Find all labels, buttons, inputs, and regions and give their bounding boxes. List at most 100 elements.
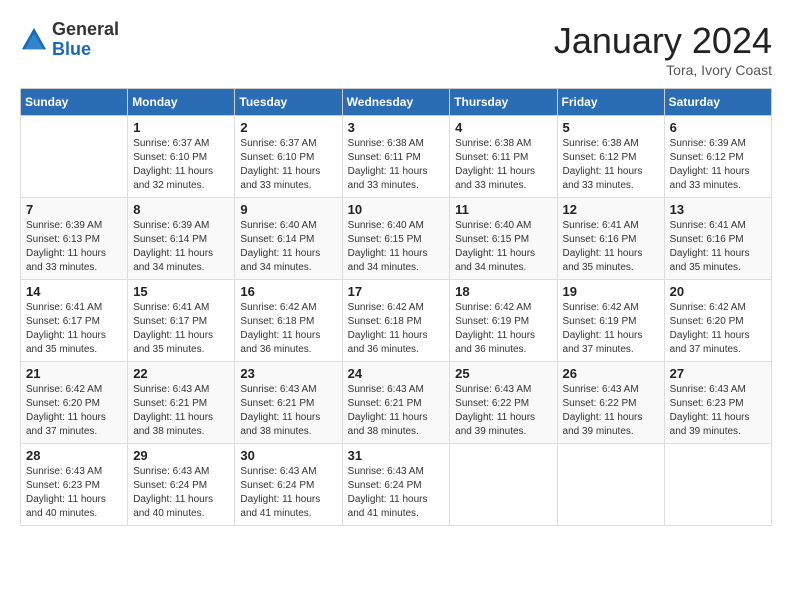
calendar-day-cell: 1Sunrise: 6:37 AMSunset: 6:10 PMDaylight… [128, 116, 235, 198]
calendar-day-cell: 30 Sunrise: 6:43 AMSunset: 6:24 PMDayligh… [235, 444, 342, 526]
calendar-day-cell: 4 Sunrise: 6:38 AMSunset: 6:11 PMDaylight… [450, 116, 557, 198]
header-friday: Friday [557, 89, 664, 116]
day-number: 21 [26, 366, 122, 381]
header-monday: Monday [128, 89, 235, 116]
calendar-day-cell: 8Sunrise: 6:39 AMSunset: 6:14 PMDaylight… [128, 198, 235, 280]
calendar-day-cell [21, 116, 128, 198]
day-detail: Sunrise: 6:42 AMSunset: 6:20 PMDaylight:… [26, 383, 122, 439]
day-detail: Sunrise: 6:43 AMSunset: 6:24 PMDaylight:… [240, 465, 336, 521]
calendar-day-cell: 25Sunrise: 6:43 AMSunset: 6:22 PMDayligh… [450, 362, 557, 444]
header-tuesday: Tuesday [235, 89, 342, 116]
calendar-day-cell [450, 444, 557, 526]
calendar-day-cell: 9 Sunrise: 6:40 AMSunset: 6:14 PMDaylight… [235, 198, 342, 280]
day-detail: Sunrise: 6:42 AMSunset: 6:20 PMDaylight:… [670, 301, 766, 357]
calendar-week-row: 1Sunrise: 6:37 AMSunset: 6:10 PMDaylight… [21, 116, 772, 198]
calendar-day-cell [557, 444, 664, 526]
day-detail: Sunrise: 6:43 AMSunset: 6:23 PMDaylight:… [26, 465, 122, 521]
day-number: 26 [563, 366, 659, 381]
calendar-day-cell: 24Sunrise: 6:43 AMSunset: 6:21 PMDayligh… [342, 362, 450, 444]
calendar-day-cell: 11Sunrise: 6:40 AMSunset: 6:15 PMDayligh… [450, 198, 557, 280]
calendar-day-cell: 27 Sunrise: 6:43 AMSunset: 6:23 PMDayligh… [664, 362, 771, 444]
day-detail: Sunrise: 6:43 AMSunset: 6:22 PMDaylight:… [563, 383, 659, 439]
day-number: 19 [563, 284, 659, 299]
calendar-day-cell: 26 Sunrise: 6:43 AMSunset: 6:22 PMDayligh… [557, 362, 664, 444]
calendar-table: Sunday Monday Tuesday Wednesday Thursday… [20, 88, 772, 526]
logo-icon [20, 26, 48, 54]
calendar-day-cell: 22 Sunrise: 6:43 AMSunset: 6:21 PMDayligh… [128, 362, 235, 444]
logo: General Blue [20, 20, 119, 60]
day-detail: Sunrise: 6:43 AMSunset: 6:24 PMDaylight:… [348, 465, 445, 521]
header-saturday: Saturday [664, 89, 771, 116]
calendar-day-cell [664, 444, 771, 526]
day-number: 18 [455, 284, 551, 299]
title-block: January 2024 Tora, Ivory Coast [554, 20, 772, 78]
day-number: 8 [133, 202, 229, 217]
calendar-day-cell: 15 Sunrise: 6:41 AMSunset: 6:17 PMDayligh… [128, 280, 235, 362]
calendar-day-cell: 16Sunrise: 6:42 AMSunset: 6:18 PMDayligh… [235, 280, 342, 362]
day-detail: Sunrise: 6:43 AMSunset: 6:21 PMDaylight:… [133, 383, 229, 439]
day-number: 9 [240, 202, 336, 217]
day-detail: Sunrise: 6:41 AMSunset: 6:16 PMDaylight:… [670, 219, 766, 275]
header: General Blue January 2024 Tora, Ivory Co… [20, 20, 772, 78]
header-sunday: Sunday [21, 89, 128, 116]
day-number: 11 [455, 202, 551, 217]
calendar-day-cell: 10Sunrise: 6:40 AMSunset: 6:15 PMDayligh… [342, 198, 450, 280]
calendar-week-row: 21 Sunrise: 6:42 AMSunset: 6:20 PMDayligh… [21, 362, 772, 444]
day-detail: Sunrise: 6:43 AMSunset: 6:24 PMDaylight:… [133, 465, 229, 521]
day-number: 22 [133, 366, 229, 381]
logo-general: General [52, 20, 119, 40]
logo-blue: Blue [52, 40, 119, 60]
day-detail: Sunrise: 6:39 AMSunset: 6:13 PMDaylight:… [26, 219, 122, 275]
day-detail: Sunrise: 6:41 AMSunset: 6:17 PMDaylight:… [133, 301, 229, 357]
calendar-day-cell: 29 Sunrise: 6:43 AMSunset: 6:24 PMDayligh… [128, 444, 235, 526]
calendar-week-row: 14 Sunrise: 6:41 AMSunset: 6:17 PMDayligh… [21, 280, 772, 362]
day-detail: Sunrise: 6:39 AMSunset: 6:12 PMDaylight:… [670, 137, 766, 193]
calendar-day-cell: 3 Sunrise: 6:38 AMSunset: 6:11 PMDaylight… [342, 116, 450, 198]
day-number: 28 [26, 448, 122, 463]
day-number: 31 [348, 448, 445, 463]
day-number: 29 [133, 448, 229, 463]
day-number: 20 [670, 284, 766, 299]
day-number: 3 [348, 120, 445, 135]
day-detail: Sunrise: 6:43 AMSunset: 6:23 PMDaylight:… [670, 383, 766, 439]
day-number: 13 [670, 202, 766, 217]
day-detail: Sunrise: 6:41 AMSunset: 6:17 PMDaylight:… [26, 301, 122, 357]
logo-text: General Blue [52, 20, 119, 60]
calendar-day-cell: 31 Sunrise: 6:43 AMSunset: 6:24 PMDayligh… [342, 444, 450, 526]
day-detail: Sunrise: 6:38 AMSunset: 6:11 PMDaylight:… [455, 137, 551, 193]
day-number: 15 [133, 284, 229, 299]
calendar-day-cell: 6 Sunrise: 6:39 AMSunset: 6:12 PMDaylight… [664, 116, 771, 198]
day-number: 4 [455, 120, 551, 135]
header-thursday: Thursday [450, 89, 557, 116]
day-number: 23 [240, 366, 336, 381]
calendar-day-cell: 14 Sunrise: 6:41 AMSunset: 6:17 PMDayligh… [21, 280, 128, 362]
day-number: 30 [240, 448, 336, 463]
calendar-day-cell: 20 Sunrise: 6:42 AMSunset: 6:20 PMDayligh… [664, 280, 771, 362]
day-number: 10 [348, 202, 445, 217]
day-detail: Sunrise: 6:42 AMSunset: 6:19 PMDaylight:… [455, 301, 551, 357]
day-detail: Sunrise: 6:40 AMSunset: 6:14 PMDaylight:… [240, 219, 336, 275]
day-number: 27 [670, 366, 766, 381]
calendar-day-cell: 23Sunrise: 6:43 AMSunset: 6:21 PMDayligh… [235, 362, 342, 444]
calendar-day-cell: 28 Sunrise: 6:43 AMSunset: 6:23 PMDayligh… [21, 444, 128, 526]
calendar-day-cell: 5Sunrise: 6:38 AMSunset: 6:12 PMDaylight… [557, 116, 664, 198]
day-number: 5 [563, 120, 659, 135]
calendar-day-cell: 17Sunrise: 6:42 AMSunset: 6:18 PMDayligh… [342, 280, 450, 362]
day-number: 14 [26, 284, 122, 299]
day-number: 12 [563, 202, 659, 217]
calendar-day-cell: 2Sunrise: 6:37 AMSunset: 6:10 PMDaylight… [235, 116, 342, 198]
calendar-day-cell: 18 Sunrise: 6:42 AMSunset: 6:19 PMDayligh… [450, 280, 557, 362]
calendar-week-row: 7 Sunrise: 6:39 AMSunset: 6:13 PMDaylight… [21, 198, 772, 280]
calendar-subtitle: Tora, Ivory Coast [554, 62, 772, 78]
day-detail: Sunrise: 6:37 AMSunset: 6:10 PMDaylight:… [133, 137, 229, 193]
day-detail: Sunrise: 6:38 AMSunset: 6:11 PMDaylight:… [348, 137, 445, 193]
header-wednesday: Wednesday [342, 89, 450, 116]
calendar-day-cell: 12 Sunrise: 6:41 AMSunset: 6:16 PMDayligh… [557, 198, 664, 280]
day-detail: Sunrise: 6:43 AMSunset: 6:22 PMDaylight:… [455, 383, 551, 439]
day-detail: Sunrise: 6:43 AMSunset: 6:21 PMDaylight:… [348, 383, 445, 439]
day-number: 17 [348, 284, 445, 299]
day-number: 7 [26, 202, 122, 217]
calendar-day-cell: 13 Sunrise: 6:41 AMSunset: 6:16 PMDayligh… [664, 198, 771, 280]
day-number: 6 [670, 120, 766, 135]
day-detail: Sunrise: 6:41 AMSunset: 6:16 PMDaylight:… [563, 219, 659, 275]
